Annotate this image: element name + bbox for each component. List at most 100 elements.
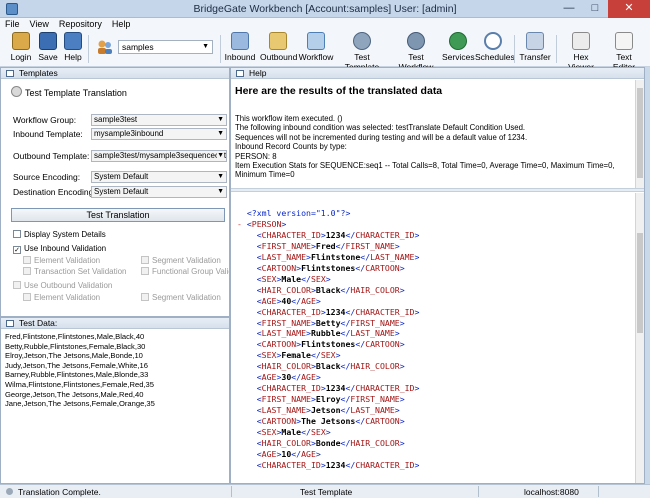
outbound-template-value: sample3test/mysample3sequenceoutb xyxy=(94,151,227,160)
test-data-textarea[interactable]: Fred,Flintstone,Flintstones,Male,Black,4… xyxy=(5,332,155,409)
account-select[interactable]: samples ▼ xyxy=(118,40,213,54)
lock-icon xyxy=(12,32,30,50)
outbound-button[interactable]: Outbound xyxy=(260,32,298,62)
xml-tag: LAST_NAME xyxy=(261,405,307,416)
menu-help[interactable]: Help xyxy=(107,18,136,29)
inbound-label: Inbound xyxy=(224,52,256,62)
login-button[interactable]: Login xyxy=(8,32,34,62)
xml-value: 30 xyxy=(281,372,292,383)
status-icon xyxy=(6,488,13,495)
display-system-details-checkbox[interactable]: Display System Details xyxy=(13,230,106,239)
xml-value: The Jetsons xyxy=(301,416,356,427)
gear-icon xyxy=(353,32,371,50)
xml-tag: HAIR_COLOR xyxy=(350,438,400,449)
scrollbar-thumb[interactable] xyxy=(637,88,643,178)
chevron-down-icon: ▼ xyxy=(217,116,224,123)
workflow-label: Workflow xyxy=(298,52,334,62)
source-encoding-select[interactable]: System Default ▼ xyxy=(91,171,227,183)
element-validation-label: Element Validation xyxy=(34,256,101,265)
toolbar: Login Save Help Inbound Outbound Workflo… xyxy=(0,31,650,72)
xml-tag: HAIR_COLOR xyxy=(261,438,311,449)
destination-encoding-label: Destination Encoding: xyxy=(13,187,96,197)
transaction-set-validation-checkbox[interactable]: Transaction Set Validation xyxy=(23,267,127,276)
inbound-template-select[interactable]: mysample3inbound ▼ xyxy=(91,128,227,140)
menu-view[interactable]: View xyxy=(25,18,54,29)
services-button[interactable]: Services xyxy=(442,32,475,62)
xml-bracket: > xyxy=(281,218,287,229)
pane-splitter[interactable] xyxy=(231,188,644,192)
status-separator xyxy=(231,486,232,497)
execution-info: This workflow item executed. () The foll… xyxy=(235,114,625,180)
info-line: This workflow item executed. () xyxy=(235,114,343,123)
functional-group-validation-checkbox[interactable]: Functional Group Valida xyxy=(141,267,229,276)
test-template-button[interactable]: Test Template xyxy=(336,32,388,72)
workflow-button[interactable]: Workflow xyxy=(298,32,334,62)
xml-bracket: > xyxy=(414,251,420,262)
chevron-down-icon: ▼ xyxy=(202,43,209,50)
xml-bracket: </ xyxy=(345,383,356,394)
inbound-button[interactable]: Inbound xyxy=(224,32,256,62)
status-server: localhost:8080 xyxy=(524,487,579,497)
collapse-icon: - xyxy=(237,218,247,229)
menu-bar: File View Repository Help xyxy=(0,18,650,31)
schedules-button[interactable]: Schedules xyxy=(475,32,515,62)
xml-bracket: </ xyxy=(340,438,351,449)
xml-bracket: > xyxy=(399,438,405,449)
xml-bracket: </ xyxy=(340,405,351,416)
menu-file[interactable]: File xyxy=(0,18,25,29)
status-mode: Test Template xyxy=(300,487,353,497)
test-data-pane-header: Test Data: xyxy=(1,318,229,329)
info-scrollbar[interactable] xyxy=(635,80,644,188)
outbound-template-select[interactable]: sample3test/mysample3sequenceoutb ▼ xyxy=(91,150,227,162)
outbound-label: Outbound xyxy=(260,52,298,62)
element-validation-checkbox[interactable]: Element Validation xyxy=(23,256,100,265)
destination-encoding-select[interactable]: System Default ▼ xyxy=(91,186,227,198)
xml-bracket: </ xyxy=(310,350,321,361)
test-translation-button[interactable]: Test Translation xyxy=(11,208,225,222)
destination-encoding-value: System Default xyxy=(94,187,149,196)
menu-repository[interactable]: Repository xyxy=(54,18,107,29)
checkbox-box xyxy=(141,256,149,264)
help-pane-header: Help xyxy=(231,68,644,79)
xml-tag: FIRST_NAME xyxy=(350,394,400,405)
checkbox-box xyxy=(141,293,149,301)
xml-tag: FIRST_NAME xyxy=(261,240,311,251)
transfer-button[interactable]: Transfer xyxy=(518,32,552,62)
xml-line: <AGE>30</AGE> xyxy=(237,372,627,383)
xml-tag: AGE xyxy=(261,295,277,306)
segment-validation-checkbox[interactable]: Segment Validation xyxy=(141,256,221,265)
outbound-segment-validation-checkbox[interactable]: Segment Validation xyxy=(141,293,221,302)
xml-tag: CARTOON xyxy=(261,339,297,350)
hex-viewer-button[interactable]: Hex Viewer xyxy=(560,32,602,72)
xml-line: <FIRST_NAME>Betty</FIRST_NAME> xyxy=(237,318,627,329)
outbound-element-validation-checkbox[interactable]: Element Validation xyxy=(23,293,100,302)
scrollbar-thumb[interactable] xyxy=(637,233,643,333)
xml-tag: AGE xyxy=(261,372,277,383)
use-inbound-validation-checkbox[interactable]: ✓ Use Inbound Validation xyxy=(13,244,106,254)
pane-icon xyxy=(6,320,14,327)
save-label: Save xyxy=(38,52,58,62)
status-message: Translation Complete. xyxy=(18,487,101,497)
clock-icon xyxy=(484,32,502,50)
xml-bracket: </ xyxy=(355,262,366,273)
window-title: BridgeGate Workbench [Account:samples] U… xyxy=(193,3,457,15)
xml-scrollbar[interactable] xyxy=(635,193,644,483)
maximize-button[interactable]: □ xyxy=(582,0,608,18)
xml-bracket: > xyxy=(315,372,321,383)
xml-line: <CHARACTER_ID>1234</CHARACTER_ID> xyxy=(237,307,627,318)
toolbar-separator xyxy=(514,35,515,63)
use-outbound-validation-checkbox[interactable]: Use Outbound Validation xyxy=(13,281,112,290)
text-editor-button[interactable]: Text Editor xyxy=(604,32,644,72)
close-button[interactable]: ✕ xyxy=(608,0,650,18)
toolbar-separator xyxy=(88,35,89,63)
minimize-button[interactable]: — xyxy=(556,0,582,18)
xml-bracket: </ xyxy=(340,394,351,405)
test-workflow-button[interactable]: Test Workflow xyxy=(390,32,442,72)
xml-tag: LAST_NAME xyxy=(370,251,415,262)
help-button[interactable]: Help xyxy=(62,32,84,62)
workflow-group-select[interactable]: sample3test ▼ xyxy=(91,114,227,126)
xml-value: Male xyxy=(281,273,302,284)
xml-tag: AGE xyxy=(301,448,316,459)
save-button[interactable]: Save xyxy=(36,32,60,62)
transaction-set-validation-label: Transaction Set Validation xyxy=(34,267,127,276)
